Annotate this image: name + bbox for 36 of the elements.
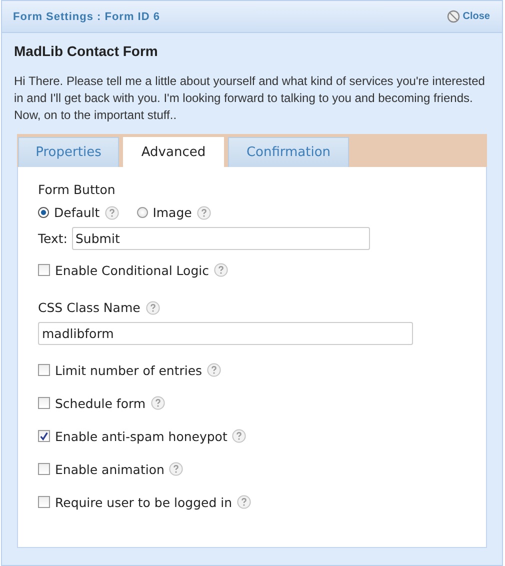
radio-label: Image	[152, 205, 192, 220]
panel-title: Form Settings : Form ID 6	[13, 10, 160, 22]
help-icon[interactable]	[207, 363, 222, 377]
help-icon[interactable]	[232, 429, 246, 443]
tab[interactable]: Advanced	[123, 137, 224, 167]
checkbox[interactable]	[38, 463, 50, 475]
form-description: Hi There. Please tell me a little about yourself and what kind of services you're interested in and I'll get back with you. I'm looking forward to talking to you and becoming friends. Now, on to the important stuff..	[14, 73, 486, 124]
help-icon[interactable]	[146, 300, 160, 314]
checkbox-label: Enable anti-spam honeypot	[55, 428, 228, 444]
checkbox[interactable]	[38, 430, 50, 442]
help-icon[interactable]	[196, 206, 211, 220]
section-label: Form Button	[38, 182, 116, 197]
checkbox[interactable]	[38, 364, 50, 376]
radio-button[interactable]	[136, 207, 148, 218]
checkbox-label: Enable Conditional Logic	[55, 262, 209, 278]
help-icon[interactable]	[237, 495, 252, 509]
field-label: CSS Class Name	[38, 300, 140, 315]
input-field[interactable]: Submit	[72, 227, 370, 250]
checkbox-label: Schedule form	[55, 396, 146, 410]
checkbox[interactable]	[38, 264, 50, 276]
checkbox-label: Enable animation	[55, 462, 164, 476]
help-icon[interactable]	[150, 396, 165, 410]
radio-button[interactable]	[38, 207, 49, 218]
help-icon[interactable]	[214, 263, 228, 277]
radio-label: Default	[54, 205, 100, 220]
checkbox[interactable]	[38, 496, 50, 508]
close-button[interactable]: Close	[446, 10, 490, 23]
form-title: MadLib Contact Form	[14, 43, 159, 59]
checkbox[interactable]	[38, 397, 50, 409]
field-label: Text:	[38, 231, 68, 246]
help-icon[interactable]	[169, 462, 184, 476]
help-icon[interactable]	[104, 206, 119, 220]
checkbox-label: Limit number of entries	[55, 362, 202, 378]
close-icon	[446, 10, 460, 23]
checkbox-label: Require user to be logged in	[55, 494, 232, 510]
input-field[interactable]: madlibform	[38, 322, 413, 345]
